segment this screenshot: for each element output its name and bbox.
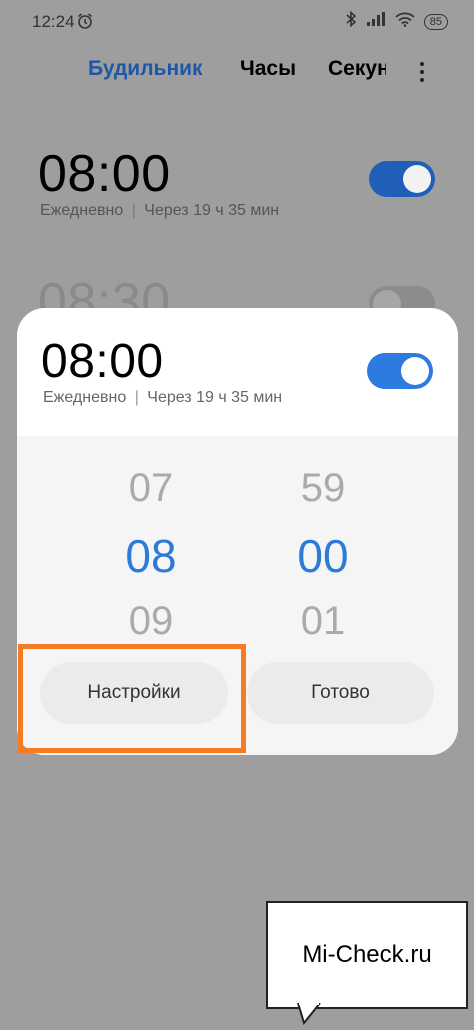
done-button[interactable]: Готово <box>247 662 434 724</box>
alarm-remaining: Через 19 ч 35 мин <box>144 202 280 219</box>
tab-stopwatch-clip: Секундомер <box>328 57 386 89</box>
hour-prev[interactable]: 07 <box>91 466 211 511</box>
bluetooth-icon <box>345 10 357 33</box>
bubble-tail <box>296 1002 326 1030</box>
separator: | <box>134 389 139 406</box>
minute-prev[interactable]: 59 <box>263 466 383 511</box>
hour-selected[interactable]: 08 <box>91 529 211 583</box>
alarm-clock-icon <box>76 12 94 35</box>
minute-selected[interactable]: 00 <box>263 529 383 583</box>
editor-header: 08:00 Ежедневно | Через 19 ч 35 мин <box>17 308 458 436</box>
alarm-subtitle: Ежедневно | Через 19 ч 35 мин <box>40 202 279 220</box>
signal-icon <box>366 11 386 32</box>
tab-stopwatch[interactable]: Секундомер <box>328 57 386 81</box>
tab-clock[interactable]: Часы <box>240 57 296 81</box>
alarm-time[interactable]: 08:00 <box>38 148 171 200</box>
editor-toggle[interactable] <box>367 353 433 389</box>
editor-remaining: Через 19 ч 35 мин <box>147 389 283 406</box>
hour-next[interactable]: 09 <box>91 599 211 644</box>
battery-indicator: 85 <box>423 13 448 30</box>
wifi-icon <box>395 11 415 32</box>
more-options-icon[interactable] <box>412 58 432 86</box>
editor-repeat: Ежедневно <box>43 389 127 406</box>
editor-time: 08:00 <box>41 335 164 388</box>
status-bar-time: 12:24 <box>32 12 75 31</box>
alarm-toggle[interactable] <box>369 161 435 197</box>
highlight-frame <box>18 644 246 753</box>
tab-alarm[interactable]: Будильник <box>88 57 203 81</box>
tab-bar: Будильник Часы Секундомер <box>0 57 474 89</box>
separator: | <box>131 202 136 219</box>
watermark-bubble: Mi-Check.ru <box>266 901 468 1009</box>
editor-subtitle: Ежедневно | Через 19 ч 35 мин <box>43 389 282 407</box>
alarm-repeat: Ежедневно <box>40 202 124 219</box>
minute-next[interactable]: 01 <box>263 599 383 644</box>
watermark-text: Mi-Check.ru <box>302 941 432 968</box>
